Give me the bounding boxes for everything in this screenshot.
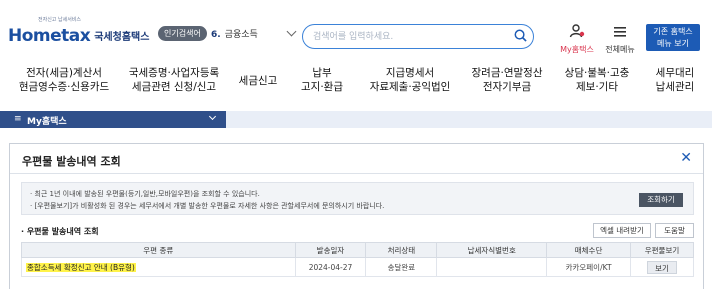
logo-korean: 국세청홈택스 bbox=[94, 32, 150, 43]
table-header-row: 우편 종류 발송일자 처리상태 납세자식별번호 매체수단 우편물보기 bbox=[21, 242, 694, 258]
search-box bbox=[302, 24, 534, 49]
my-hometax-bar: ≡ My홈택스 bbox=[0, 111, 712, 128]
popular-search-badge: 인기검색어 bbox=[158, 26, 207, 41]
chevron-down-icon bbox=[208, 112, 217, 121]
section-title: · 우편물 발송내역 조회 bbox=[21, 227, 99, 236]
nav-item-tax-agent[interactable]: 세무대리 납세관리 bbox=[648, 66, 702, 94]
status-cell: 송달완료 bbox=[365, 257, 438, 277]
my-hometax-button[interactable]: My홈택스 bbox=[558, 23, 596, 55]
search-input[interactable] bbox=[313, 29, 503, 44]
column-header: 처리상태 bbox=[365, 242, 438, 258]
send-date-cell: 2024-04-27 bbox=[294, 257, 367, 277]
nav-item-statements[interactable]: 지급명세서 자료제출·공익법인 bbox=[360, 66, 460, 94]
nav-item-line2: 고지·환급 bbox=[301, 81, 343, 93]
notice-line-1: · 최근 1년 이내에 발송된 우편물(등기,일반,모바일우편)을 조회할 수 … bbox=[30, 190, 260, 198]
hamburger-icon bbox=[614, 27, 626, 37]
popular-search-item[interactable]: 6. 금융소득 bbox=[211, 27, 258, 40]
user-icon bbox=[569, 24, 585, 38]
nav-item-payment[interactable]: 납부 고지·환급 bbox=[293, 66, 351, 94]
media-cell: 카카오페이/KT bbox=[546, 257, 631, 277]
nav-item-certificates[interactable]: 국세증명·사업자등록 세금관련 신청/신고 bbox=[124, 66, 224, 94]
nav-item-line1: 납부 bbox=[312, 67, 332, 79]
my-hometax-dropdown[interactable]: ≡ My홈택스 bbox=[0, 111, 226, 128]
nav-item-line1: 지급명세서 bbox=[385, 67, 435, 79]
excel-download-button[interactable]: 엑셀 내려받기 bbox=[593, 223, 651, 238]
column-header: 우편물보기 bbox=[630, 242, 694, 258]
mail-type-cell: 종합소득세 확정신고 안내 (B유형) bbox=[21, 257, 296, 277]
old-hometax-line1: 기존 홈택스 bbox=[653, 27, 693, 36]
nav-item-tax-filing[interactable]: 세금신고 bbox=[232, 74, 284, 88]
nav-item-line2: 제보·기타 bbox=[576, 81, 618, 93]
nav-item-line1: 국세증명·사업자등록 bbox=[128, 67, 220, 79]
main-nav: 전자(세금)계산서 현금영수증·신용카드 국세증명·사업자등록 세금관련 신청/… bbox=[0, 66, 712, 102]
nav-item-e-invoice[interactable]: 전자(세금)계산서 현금영수증·신용카드 bbox=[18, 66, 110, 94]
nav-item-line2: 납세관리 bbox=[655, 81, 695, 93]
view-mail-button[interactable]: 보기 bbox=[647, 260, 677, 274]
logo-wordmark: Hometax bbox=[8, 26, 91, 46]
search-icon[interactable] bbox=[514, 29, 527, 42]
nav-item-line1: 장려금·연말정산 bbox=[471, 67, 543, 79]
notice-box: · 최근 1년 이내에 발송된 우편물(등기,일반,모바일우편)을 조회할 수 … bbox=[21, 182, 694, 215]
logo-home: Hom bbox=[8, 26, 51, 46]
logo-tax: etax bbox=[50, 26, 91, 46]
postal-history-table: 우편 종류 발송일자 처리상태 납세자식별번호 매체수단 우편물보기 종합소득세… bbox=[21, 242, 694, 277]
old-hometax-line2: 메뉴 보기 bbox=[657, 39, 689, 48]
modal-divider bbox=[10, 173, 703, 174]
site-header: 전자신고 납세서비스 Hometax 국세청홈택스 인기검색어 6.금융소득 M… bbox=[0, 0, 712, 62]
close-icon[interactable]: ✕ bbox=[680, 150, 692, 166]
popular-search-rank: 6. bbox=[211, 30, 221, 40]
popular-search-text: 금융소득 bbox=[224, 30, 258, 40]
table-row: 종합소득세 확정신고 안내 (B유형) 2024-04-27 송달완료 카카오페… bbox=[21, 257, 694, 277]
nav-item-line2: 세금관련 신청/신고 bbox=[131, 81, 217, 93]
chevron-down-icon[interactable] bbox=[286, 26, 297, 37]
hometax-logo[interactable]: 전자신고 납세서비스 Hometax 국세청홈택스 bbox=[8, 17, 150, 46]
notice-line-2: · [우편물보기]가 비활성화 된 경우는 세무서에서 개별 발송한 우편물로 … bbox=[30, 202, 385, 210]
postal-history-modal: 우편물 발송내역 조회 ✕ · 최근 1년 이내에 발송된 우편물(등기,일반,… bbox=[9, 143, 704, 289]
nav-item-line1: 전자(세금)계산서 bbox=[26, 67, 102, 79]
taxpayer-id-cell bbox=[436, 257, 548, 277]
list-icon: ≡ bbox=[14, 114, 22, 124]
nav-item-line2: 현금영수증·신용카드 bbox=[18, 81, 110, 93]
nav-item-line2: 자료제출·공익법인 bbox=[369, 81, 451, 93]
modal-title: 우편물 발송내역 조회 bbox=[22, 155, 121, 168]
column-header: 납세자식별번호 bbox=[436, 242, 548, 258]
query-button[interactable]: 조회하기 bbox=[639, 193, 683, 207]
column-header: 우편 종류 bbox=[21, 242, 296, 258]
help-button[interactable]: 도움말 bbox=[655, 223, 694, 238]
logo-subtitle: 전자신고 납세서비스 bbox=[38, 17, 81, 23]
view-cell: 보기 bbox=[630, 257, 694, 277]
nav-item-line2: 전자기부금 bbox=[482, 81, 532, 93]
nav-item-line1: 세금신고 bbox=[238, 75, 278, 87]
column-header: 발송일자 bbox=[294, 242, 367, 258]
my-hometax-label: My홈택스 bbox=[560, 45, 594, 54]
old-hometax-menu-button[interactable]: 기존 홈택스 메뉴 보기 bbox=[646, 24, 700, 51]
my-hometax-bar-label: My홈택스 bbox=[27, 117, 67, 127]
nav-item-line1: 상담·불복·고충 bbox=[564, 67, 630, 79]
nav-item-consult[interactable]: 상담·불복·고충 제보·기타 bbox=[560, 66, 634, 94]
all-menu-button[interactable]: 전체메뉴 bbox=[604, 23, 636, 55]
mail-type-text: 종합소득세 확정신고 안내 (B유형) bbox=[26, 262, 136, 272]
all-menu-label: 전체메뉴 bbox=[605, 45, 635, 54]
nav-item-line1: 세무대리 bbox=[655, 67, 695, 79]
column-header: 매체수단 bbox=[546, 242, 631, 258]
nav-item-year-end[interactable]: 장려금·연말정산 전자기부금 bbox=[466, 66, 548, 94]
